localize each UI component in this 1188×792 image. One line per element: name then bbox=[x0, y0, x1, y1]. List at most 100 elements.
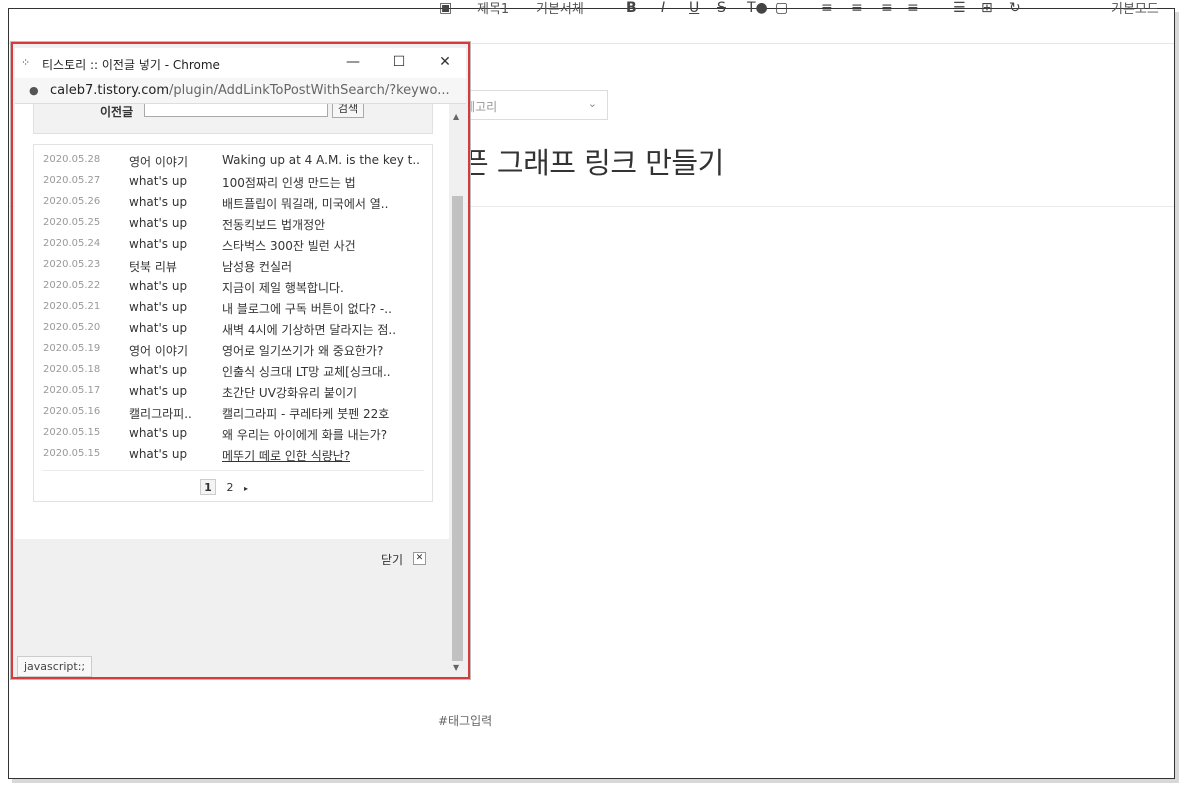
tistory-logo-icon: ⁘ bbox=[21, 56, 31, 69]
list-item[interactable]: 2020.05.17 what's up 초간단 UV강화유리 붙이기 bbox=[34, 381, 434, 402]
image-icon[interactable]: ▣ bbox=[439, 0, 452, 16]
close-window-button[interactable]: ✕ bbox=[433, 54, 457, 72]
post-date: 2020.05.15 bbox=[43, 448, 101, 459]
more-icon[interactable]: ↻ bbox=[1009, 0, 1021, 16]
align-justify-icon[interactable]: ≡ bbox=[907, 0, 919, 16]
lock-icon: ● bbox=[29, 84, 39, 97]
popup-content: 이전글 검색 2020.05.28 영어 이야기 Waking up at 4 A.… bbox=[15, 104, 449, 539]
post-category: 캘리그라피.. bbox=[129, 407, 192, 421]
post-title-link[interactable]: 왜 우리는 아이에게 화를 내는가? bbox=[222, 426, 387, 443]
list-item[interactable]: 2020.05.22 what's up 지금이 제일 행복합니다. bbox=[34, 276, 434, 297]
underline-icon[interactable]: U bbox=[689, 0, 699, 16]
scroll-thumb[interactable] bbox=[452, 196, 463, 661]
window-title: 티스토리 :: 이전글 넣기 - Chrome bbox=[42, 58, 220, 72]
status-bar: javascript:; bbox=[17, 656, 93, 677]
list-item[interactable]: 2020.05.28 영어 이야기 Waking up at 4 A.M. is t… bbox=[34, 150, 434, 171]
strike-icon[interactable]: S bbox=[717, 0, 726, 16]
post-title-link[interactable]: 전동킥보드 법개정안 bbox=[222, 216, 325, 233]
font-select[interactable]: 기본서체 bbox=[536, 0, 584, 17]
post-date: 2020.05.23 bbox=[43, 259, 101, 270]
mode-toggle[interactable]: 기본모드 bbox=[1111, 0, 1159, 17]
post-date: 2020.05.21 bbox=[43, 301, 101, 312]
post-category: what's up bbox=[129, 426, 188, 440]
post-title-link[interactable]: 스타벅스 300잔 빌런 사건 bbox=[222, 237, 356, 254]
post-category: 텃북 리뷰 bbox=[129, 260, 177, 274]
post-title-link[interactable]: 캘리그라피 - 쿠레타케 붓펜 22호 bbox=[222, 405, 389, 422]
close-link[interactable]: 닫기 bbox=[381, 551, 403, 568]
list-icon[interactable]: ☰ bbox=[953, 0, 966, 16]
align-center-icon[interactable]: ≡ bbox=[851, 0, 863, 16]
search-button[interactable]: 검색 bbox=[332, 104, 364, 118]
italic-icon[interactable]: I bbox=[661, 0, 665, 16]
post-title-link[interactable]: 인출식 싱크대 LT망 교체[싱크대.. bbox=[222, 363, 391, 380]
text-color-icon[interactable]: T● bbox=[747, 0, 768, 16]
search-input[interactable] bbox=[144, 104, 328, 117]
post-title-link[interactable]: 새벽 4시에 기상하면 달라지는 점.. bbox=[222, 321, 396, 338]
post-title-link[interactable]: 초간단 UV강화유리 붙이기 bbox=[222, 384, 357, 401]
list-item[interactable]: 2020.05.19 영어 이야기 영어로 일기쓰기가 왜 중요한가? bbox=[34, 339, 434, 360]
post-date: 2020.05.27 bbox=[43, 175, 101, 186]
list-item[interactable]: 2020.05.21 what's up 내 블로그에 구독 버튼이 없다? -.. bbox=[34, 297, 434, 318]
post-category: what's up bbox=[129, 363, 188, 377]
scrollbar[interactable]: ▲ ▼ bbox=[449, 104, 466, 676]
post-category: 영어 이야기 bbox=[129, 344, 189, 358]
post-title-link[interactable]: 남성용 컨실러 bbox=[222, 258, 292, 275]
scroll-down-icon[interactable]: ▼ bbox=[453, 663, 459, 672]
post-title-link[interactable]: 내 블로그에 구독 버튼이 없다? -.. bbox=[222, 300, 392, 317]
search-area: 이전글 검색 bbox=[33, 104, 433, 134]
post-date: 2020.05.18 bbox=[43, 364, 101, 375]
list-item[interactable]: 2020.05.24 what's up 스타벅스 300잔 빌런 사건 bbox=[34, 234, 434, 255]
align-right-icon[interactable]: ≡ bbox=[881, 0, 893, 16]
url-text[interactable]: caleb7.tistory.com/plugin/AddLinkToPostW… bbox=[50, 83, 450, 98]
post-date: 2020.05.15 bbox=[43, 427, 101, 438]
list-item[interactable]: 2020.05.25 what's up 전동킥보드 법개정안 bbox=[34, 213, 434, 234]
chevron-down-icon: ⌄ bbox=[587, 97, 597, 110]
page-1-link[interactable]: 1 bbox=[200, 479, 216, 495]
scroll-up-icon[interactable]: ▲ bbox=[453, 112, 459, 121]
tag-input[interactable]: #태그입력 bbox=[438, 712, 492, 729]
list-item[interactable]: 2020.05.16 캘리그라피.. 캘리그라피 - 쿠레타케 붓펜 22호 bbox=[34, 402, 434, 423]
page-2-link[interactable]: 2 bbox=[222, 480, 238, 496]
address-bar[interactable]: ● caleb7.tistory.com/plugin/AddLinkToPos… bbox=[15, 78, 466, 104]
post-list: 2020.05.28 영어 이야기 Waking up at 4 A.M. is t… bbox=[33, 144, 433, 502]
list-item[interactable]: 2020.05.18 what's up 인출식 싱크대 LT망 교체[싱크대.. bbox=[34, 360, 434, 381]
bold-icon[interactable]: B bbox=[626, 0, 637, 16]
table-icon[interactable]: ⊞ bbox=[981, 0, 993, 16]
list-item[interactable]: 2020.05.15 what's up 왜 우리는 아이에게 화를 내는가? bbox=[34, 423, 434, 444]
post-date: 2020.05.22 bbox=[43, 280, 101, 291]
minimize-button[interactable]: — bbox=[341, 54, 365, 72]
post-date: 2020.05.20 bbox=[43, 322, 101, 333]
url-path: /plugin/AddLinkToPostWithSearch/?keywo..… bbox=[169, 83, 450, 98]
post-title[interactable]: 픈 그래프 링크 만들기 bbox=[462, 140, 724, 182]
post-category: what's up bbox=[129, 216, 188, 230]
pagination: 1 2 ▸ bbox=[200, 479, 248, 496]
post-category: what's up bbox=[129, 279, 188, 293]
maximize-button[interactable]: ☐ bbox=[387, 54, 411, 72]
close-icon[interactable]: ✕ bbox=[413, 552, 426, 565]
editor-toolbar: ▣ 제목1 기본서체 B I U S T● ▢ ≡ ≡ ≡ ≡ ☰ ⊞ ↻ 기본… bbox=[9, 0, 1174, 44]
list-item[interactable]: 2020.05.15 what's up 메뚜기 떼로 인한 식량난? bbox=[34, 444, 434, 465]
post-title-link[interactable]: 100점짜리 인생 만드는 법 bbox=[222, 174, 356, 191]
post-date: 2020.05.16 bbox=[43, 406, 101, 417]
post-date: 2020.05.19 bbox=[43, 343, 101, 354]
post-title-link[interactable]: Waking up at 4 A.M. is the key t.. bbox=[222, 153, 420, 167]
bg-color-icon[interactable]: ▢ bbox=[775, 0, 788, 16]
post-title-link[interactable]: 영어로 일기쓰기가 왜 중요한가? bbox=[222, 342, 383, 359]
heading-select[interactable]: 제목1 bbox=[477, 0, 509, 17]
window-titlebar[interactable]: ⁘ 티스토리 :: 이전글 넣기 - Chrome — ☐ ✕ bbox=[15, 48, 466, 78]
post-date: 2020.05.24 bbox=[43, 238, 101, 249]
post-title-link[interactable]: 지금이 제일 행복합니다. bbox=[222, 279, 344, 296]
align-left-icon[interactable]: ≡ bbox=[821, 0, 833, 16]
list-item[interactable]: 2020.05.26 what's up 배트플립이 뭐길래, 미국에서 열.. bbox=[34, 192, 434, 213]
list-divider bbox=[42, 470, 424, 471]
post-category: what's up bbox=[129, 300, 188, 314]
list-item[interactable]: 2020.05.27 what's up 100점짜리 인생 만드는 법 bbox=[34, 171, 434, 192]
chrome-popup-window: ⁘ 티스토리 :: 이전글 넣기 - Chrome — ☐ ✕ ● caleb7… bbox=[11, 42, 470, 679]
next-page-icon[interactable]: ▸ bbox=[244, 484, 248, 493]
post-category: what's up bbox=[129, 195, 188, 209]
post-date: 2020.05.26 bbox=[43, 196, 101, 207]
list-item[interactable]: 2020.05.23 텃북 리뷰 남성용 컨실러 bbox=[34, 255, 434, 276]
post-title-link[interactable]: 메뚜기 떼로 인한 식량난? bbox=[222, 447, 350, 464]
post-title-link[interactable]: 배트플립이 뭐길래, 미국에서 열.. bbox=[222, 195, 388, 212]
list-item[interactable]: 2020.05.20 what's up 새벽 4시에 기상하면 달라지는 점.. bbox=[34, 318, 434, 339]
